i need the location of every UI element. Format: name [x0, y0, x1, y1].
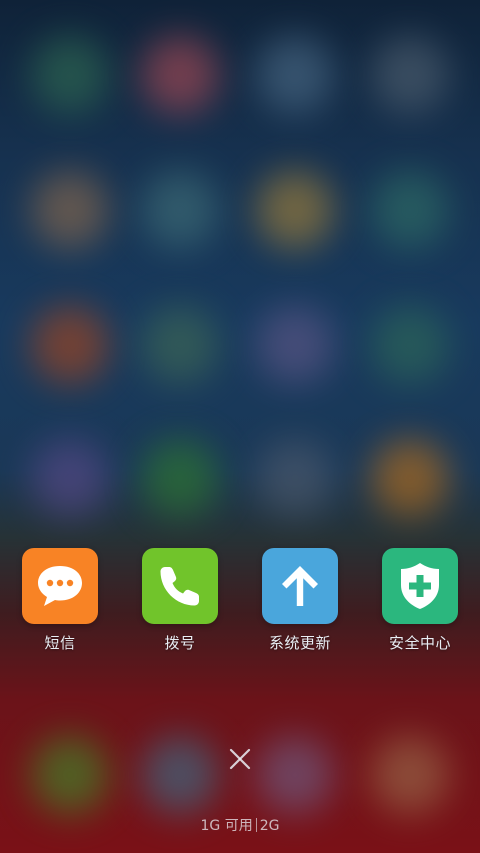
blurred-app-blob — [141, 736, 219, 814]
blurred-app-blob — [31, 171, 109, 249]
app-label-dialer: 拨号 — [164, 634, 196, 652]
blurred-app-blob — [371, 306, 449, 384]
memory-total: 2G — [259, 818, 280, 834]
blurred-app-blob — [141, 306, 219, 384]
blurred-app-blob — [371, 736, 449, 814]
blurred-app-blob — [371, 171, 449, 249]
blurred-app-blob — [141, 36, 219, 114]
recent-apps-dock: 短信 拨号 系统更新 安全中心 — [0, 548, 480, 658]
blurred-app-blob — [31, 36, 109, 114]
blurred-app-blob — [256, 171, 334, 249]
blurred-app-blob — [31, 306, 109, 384]
recent-apps-screen: 短信 拨号 系统更新 安全中心 1G 可用 2G — [0, 0, 480, 853]
shield-plus-icon[interactable] — [382, 548, 458, 624]
app-label-system-update: 系统更新 — [268, 634, 331, 652]
blurred-app-blob — [256, 36, 334, 114]
message-bubble-icon[interactable] — [22, 548, 98, 624]
app-label-security-center: 安全中心 — [388, 634, 451, 652]
memory-status: 1G 可用 2G — [0, 815, 480, 835]
blurred-app-blob — [371, 36, 449, 114]
blurred-app-blob — [141, 171, 219, 249]
blurred-app-blob — [371, 439, 449, 517]
close-recent-apps-button[interactable] — [222, 741, 258, 777]
blurred-app-blob — [256, 439, 334, 517]
memory-available: 1G 可用 — [200, 818, 253, 834]
blurred-app-blob — [31, 439, 109, 517]
app-label-sms: 短信 — [44, 634, 76, 652]
close-icon — [229, 748, 251, 770]
app-system-update[interactable]: 系统更新 — [250, 548, 350, 653]
app-sms[interactable]: 短信 — [10, 548, 110, 653]
app-security-center[interactable]: 安全中心 — [370, 548, 470, 653]
app-dialer[interactable]: 拨号 — [130, 548, 230, 653]
blurred-app-blob — [256, 306, 334, 384]
blurred-app-blob — [31, 736, 109, 814]
blurred-app-blob — [256, 736, 334, 814]
memory-separator — [255, 818, 257, 832]
blurred-app-blob — [141, 439, 219, 517]
arrow-up-icon[interactable] — [262, 548, 338, 624]
phone-icon[interactable] — [142, 548, 218, 624]
